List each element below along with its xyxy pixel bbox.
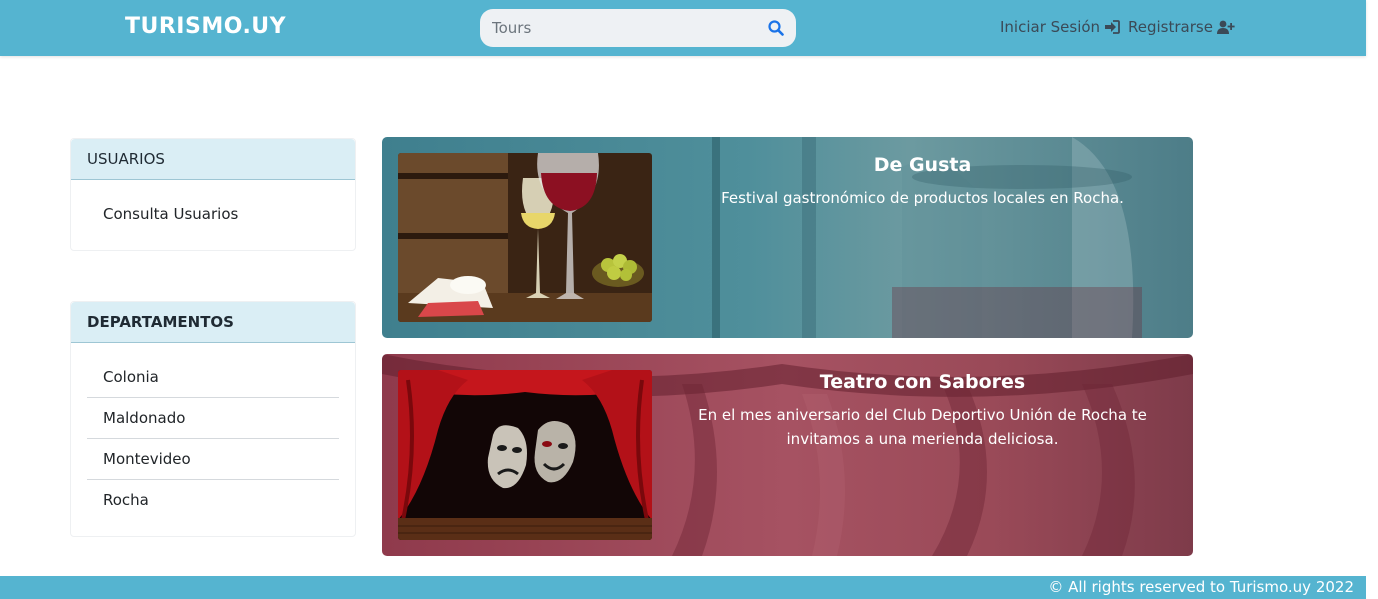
users-panel-title: USUARIOS — [71, 139, 355, 180]
sidebar-item-maldonado[interactable]: Maldonado — [87, 398, 339, 439]
departments-panel: DEPARTAMENTOS Colonia Maldonado Montevid… — [70, 301, 356, 537]
wine-cheese-illustration — [398, 153, 652, 322]
brand-logo[interactable]: TURISMO.UY — [125, 14, 286, 39]
search-bar — [480, 9, 796, 47]
wine-cheese-image — [398, 153, 652, 322]
search-button[interactable] — [768, 20, 784, 36]
event-description: Festival gastronómico de productos local… — [721, 189, 1124, 207]
event-title: Teatro con Sabores — [819, 371, 1026, 393]
theater-masks-image — [398, 370, 652, 540]
register-link[interactable]: Registrarse — [1128, 18, 1235, 36]
users-panel: USUARIOS Consulta Usuarios — [70, 138, 356, 251]
search-input[interactable] — [480, 9, 750, 47]
user-plus-icon — [1216, 20, 1235, 34]
event-card-de-gusta[interactable]: De Gusta Festival gastronómico de produc… — [382, 137, 1193, 338]
departments-list: Colonia Maldonado Montevideo Rocha — [71, 343, 355, 521]
footer-copyright: © All rights reserved to Turismo.uy 2022 — [1048, 578, 1354, 596]
search-icon — [768, 20, 784, 36]
event-card-teatro-con-sabores[interactable]: Teatro con Sabores En el mes aniversario… — [382, 354, 1193, 556]
footer: © All rights reserved to Turismo.uy 2022 — [0, 576, 1366, 599]
departments-panel-title: DEPARTAMENTOS — [71, 302, 355, 343]
sidebar-item-montevideo[interactable]: Montevideo — [87, 439, 339, 480]
event-title: De Gusta — [873, 154, 972, 176]
sidebar-item-consulta-usuarios[interactable]: Consulta Usuarios — [87, 194, 339, 235]
sidebar-item-rocha[interactable]: Rocha — [87, 480, 339, 521]
sidebar-item-colonia[interactable]: Colonia — [87, 357, 339, 398]
register-label: Registrarse — [1128, 18, 1213, 36]
theater-masks-illustration — [398, 370, 652, 540]
users-list: Consulta Usuarios — [71, 180, 355, 235]
login-link[interactable]: Iniciar Sesión — [1000, 18, 1120, 36]
sign-in-icon — [1105, 20, 1120, 34]
login-label: Iniciar Sesión — [1000, 18, 1101, 36]
top-navbar: TURISMO.UY Iniciar Sesión Registrarse — [0, 0, 1366, 56]
event-description: En el mes aniversario del Club Deportivo… — [698, 406, 1147, 448]
